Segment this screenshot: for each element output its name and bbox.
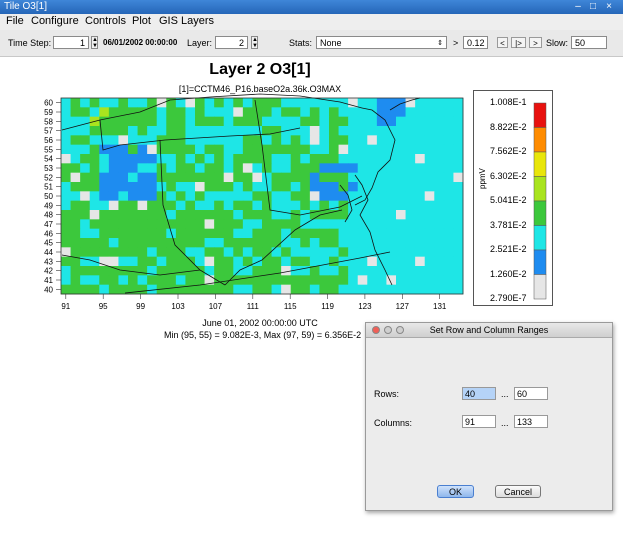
set-ranges-dialog: Set Row and Column Ranges Rows: 40 ... 6…: [365, 322, 613, 511]
legend-unit-label: ppmV: [478, 168, 487, 189]
minimize-icon[interactable]: [384, 326, 392, 334]
dialog-title: Set Row and Column Ranges: [429, 325, 549, 335]
y-tick-label: 56: [44, 136, 53, 145]
x-axis-ticks: 91 95 99 103 107 111 115 119 123 127 131: [61, 294, 447, 311]
legend-label: 3.781E-2: [490, 219, 527, 230]
rows-from-input[interactable]: 40: [462, 387, 496, 400]
y-tick-label: 60: [44, 99, 53, 108]
columns-range-separator: ...: [501, 418, 509, 428]
y-tick-label: 55: [44, 145, 53, 154]
x-tick-label: 103: [171, 302, 185, 311]
columns-label: Columns:: [374, 418, 413, 428]
y-tick-label: 49: [44, 201, 53, 210]
zoom-icon[interactable]: [396, 326, 404, 334]
rows-label: Rows:: [374, 389, 400, 399]
y-tick-label: 53: [44, 164, 53, 173]
legend-swatch: [533, 176, 547, 202]
legend-label: 2.790E-7: [490, 293, 527, 303]
x-tick-label: 131: [433, 302, 447, 311]
y-tick-label: 42: [44, 267, 53, 276]
tile-cells: [61, 98, 464, 295]
x-tick-label: 123: [358, 302, 372, 311]
y-tick-label: 45: [44, 239, 53, 248]
legend-swatch: [533, 249, 547, 275]
legend-swatch: [533, 200, 547, 226]
legend-label: 2.521E-2: [490, 244, 527, 254]
y-tick-label: 51: [44, 183, 53, 192]
y-tick-label: 54: [44, 155, 53, 164]
y-axis-ticks: 6059585756555453525150494847464544434241…: [44, 99, 61, 294]
legend-label: 8.822E-2: [490, 121, 527, 132]
cancel-button[interactable]: Cancel: [495, 485, 541, 498]
x-tick-label: 91: [61, 302, 70, 311]
y-tick-label: 44: [44, 248, 53, 257]
ok-button[interactable]: OK: [437, 485, 474, 498]
x-tick-label: 95: [99, 302, 108, 311]
columns-to-input[interactable]: 133: [514, 415, 548, 428]
legend-label: 7.562E-2: [490, 146, 527, 156]
rows-to-input[interactable]: 60: [514, 387, 548, 400]
dialog-titlebar: Set Row and Column Ranges: [366, 323, 612, 338]
y-tick-label: 40: [44, 285, 53, 294]
legend-swatch: [533, 102, 547, 128]
legend-label: 6.302E-2: [490, 170, 527, 181]
legend-swatch: [533, 274, 547, 300]
legend-swatch: [533, 127, 547, 153]
y-tick-label: 43: [44, 257, 53, 266]
y-tick-label: 58: [44, 117, 53, 126]
y-tick-label: 59: [44, 108, 53, 117]
y-tick-label: 47: [44, 220, 53, 229]
legend-label: 1.260E-2: [490, 268, 527, 279]
y-tick-label: 52: [44, 173, 53, 182]
y-tick-label: 48: [44, 211, 53, 220]
legend-label: 5.041E-2: [490, 195, 527, 205]
y-tick-label: 50: [44, 192, 53, 201]
close-icon[interactable]: [372, 326, 380, 334]
legend-swatch: [533, 151, 547, 177]
x-tick-label: 107: [209, 302, 223, 311]
legend-label: 1.008E-1: [490, 97, 527, 107]
columns-from-input[interactable]: 91: [462, 415, 496, 428]
x-tick-label: 127: [396, 302, 410, 311]
rows-range-separator: ...: [501, 389, 509, 399]
x-tick-label: 119: [321, 302, 334, 311]
y-tick-label: 46: [44, 229, 53, 238]
x-tick-label: 111: [247, 302, 260, 311]
y-tick-label: 41: [44, 276, 53, 285]
legend-swatch: [533, 225, 547, 251]
color-legend: 1.008E-1 8.822E-2 7.562E-2 6.302E-2 5.041E-2…: [473, 90, 553, 306]
y-tick-label: 57: [44, 127, 53, 136]
x-tick-label: 115: [284, 302, 297, 311]
x-tick-label: 99: [136, 302, 145, 311]
